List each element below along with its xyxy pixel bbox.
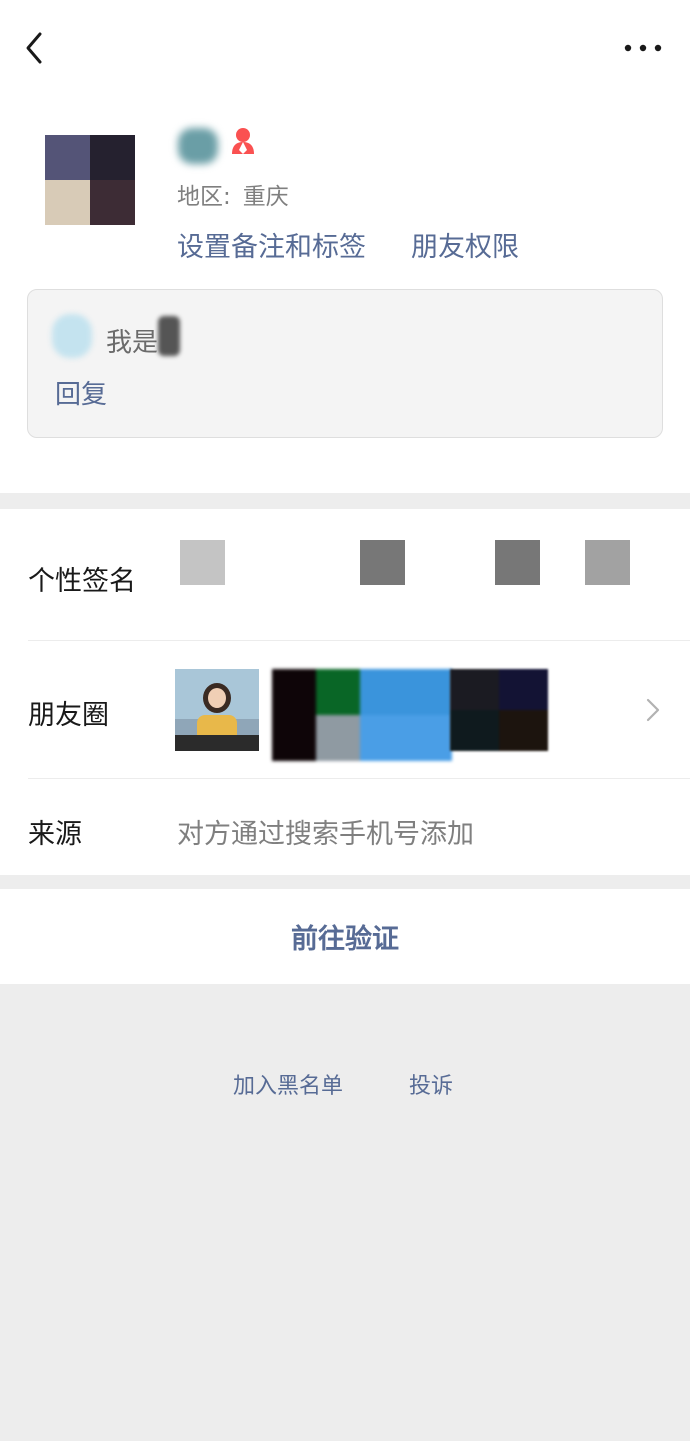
profile-info-list: 个性签名 朋友圈 来源 对方通过搜索手机号添加 [0,509,690,875]
signature-label: 个性签名 [28,566,136,597]
chevron-right-icon [646,698,660,722]
add-to-blacklist-link[interactable]: 加入黑名单 [233,1068,343,1100]
moments-row[interactable]: 朋友圈 [0,640,690,778]
sender-name-redacted [52,314,92,358]
friend-permissions-link[interactable]: 朋友权限 [411,225,519,264]
reply-link[interactable]: 回复 [55,374,107,411]
region-value: 重庆 [242,184,289,210]
nickname-redacted [178,128,218,164]
go-verify-button[interactable]: 前往验证 [0,889,690,984]
avatar[interactable] [45,135,135,225]
region-label: 地区: [177,184,231,210]
female-person-icon [232,128,254,154]
moments-thumbnail-redacted [450,669,548,751]
region-info: 地区: 重庆 [177,177,289,211]
profile-header: 地区: 重庆 设置备注和标签 朋友权限 我是 回复 [0,0,690,493]
moments-label: 朋友圈 [28,700,109,731]
greeting-message: 我是 [106,328,159,358]
report-link[interactable]: 投诉 [409,1068,453,1100]
source-label: 来源 [28,819,82,850]
chevron-left-icon[interactable] [18,28,52,68]
greeting-name-redacted [158,316,180,356]
source-value: 对方通过搜索手机号添加 [177,819,474,850]
moments-thumbnail [175,669,259,751]
moments-thumbnail-redacted [272,669,452,761]
greeting-card: 我是 回复 [27,289,663,438]
more-dots-icon[interactable] [622,36,664,60]
set-remark-tags-link[interactable]: 设置备注和标签 [177,225,366,264]
divider [28,778,690,779]
go-verify-label: 前往验证 [291,924,399,955]
